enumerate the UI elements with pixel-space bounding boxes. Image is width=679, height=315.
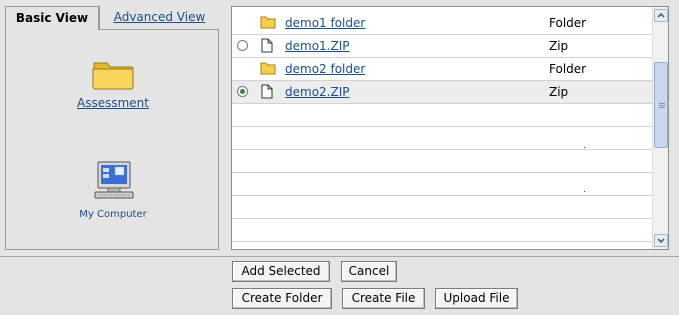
file-icon [260,38,274,56]
empty-row [232,219,653,242]
select-radio[interactable] [237,40,248,51]
folder-icon[interactable] [91,62,135,94]
empty-row [232,104,653,127]
location-pane: Assessment My Computer [5,29,219,250]
file-type: Zip [549,39,569,53]
view-panel: Basic View Advanced View Assessment My C… [5,6,219,250]
create-file-button[interactable]: Create File [342,288,425,309]
file-icon [260,84,274,102]
tab-advanced-view[interactable]: Advanced View [99,6,219,29]
grip-line [659,107,665,108]
empty-row [232,150,653,173]
computer-icon[interactable] [91,161,135,205]
file-type: Folder [549,62,587,76]
file-row-demo2-folder[interactable]: demo2 folder Folder [232,58,653,81]
chevron-up-icon [657,12,665,18]
location-my-computer[interactable]: My Computer [63,160,163,220]
cancel-button[interactable]: Cancel [341,261,397,282]
separator [0,256,679,257]
file-name-link[interactable]: demo1 folder [285,16,365,30]
file-row-demo1-zip[interactable]: demo1.ZIP Zip [232,35,653,58]
file-row-demo1-folder[interactable]: demo1 folder Folder [232,12,653,35]
file-name-link[interactable]: demo1.ZIP [285,39,349,53]
file-name-link[interactable]: demo2 folder [285,62,365,76]
file-type: Folder [549,16,587,30]
file-list: demo1 folder Folder demo1.ZIP Zip demo2 … [231,6,669,250]
folder-icon [260,61,276,78]
file-row-demo2-zip[interactable]: demo2.ZIP Zip [232,81,653,104]
empty-row [232,196,653,219]
file-name-link[interactable]: demo2.ZIP [285,85,349,99]
assessment-link[interactable]: Assessment [68,96,158,110]
scroll-thumb[interactable] [654,62,668,148]
scroll-down-button[interactable] [654,234,668,247]
stray-dot [584,191,585,192]
vertical-scrollbar[interactable] [652,7,668,249]
empty-row [232,127,653,150]
add-selected-button[interactable]: Add Selected [232,261,330,282]
grip-line [659,103,665,104]
my-computer-link[interactable]: My Computer [63,209,163,220]
select-radio[interactable] [237,86,248,97]
grip-line [659,105,665,106]
stray-dot [584,147,585,148]
tab-basic-view[interactable]: Basic View [5,6,99,30]
folder-icon [260,15,276,32]
chevron-down-icon [657,238,665,244]
scroll-up-button[interactable] [654,9,668,22]
file-rows: demo1 folder Folder demo1.ZIP Zip demo2 … [232,12,653,242]
empty-row [232,173,653,196]
location-assessment[interactable]: Assessment [68,57,158,110]
file-type: Zip [549,85,569,99]
create-folder-button[interactable]: Create Folder [232,288,332,309]
upload-file-button[interactable]: Upload File [435,288,518,309]
